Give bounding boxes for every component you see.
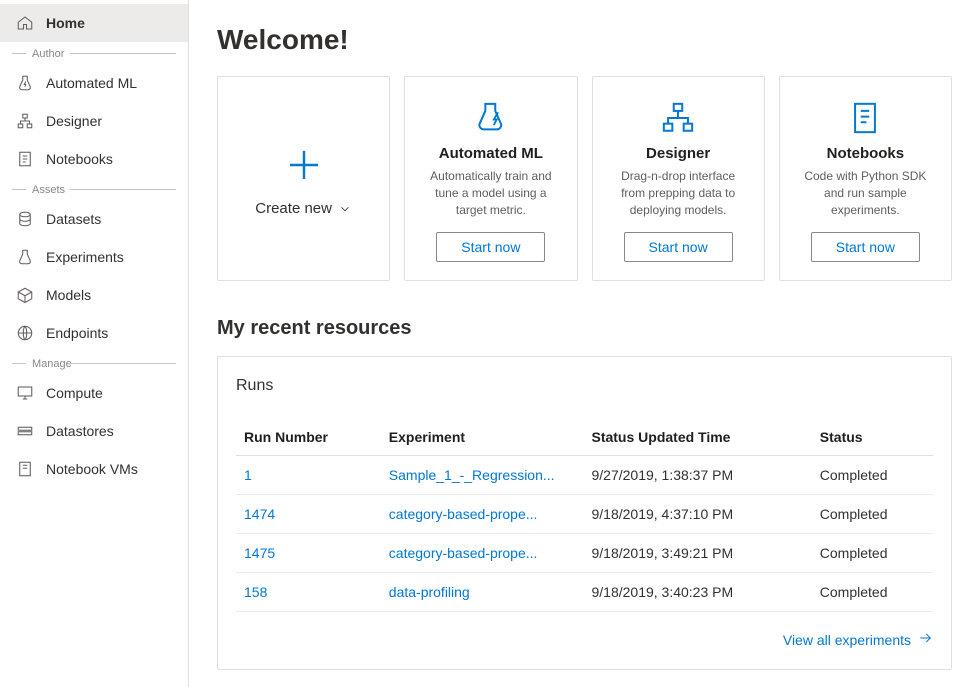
create-new-card[interactable]: Create new	[217, 76, 390, 281]
card-notebooks-button[interactable]: Start now	[811, 232, 920, 262]
quickstart-cards: Create new Automated ML Automatically tr…	[217, 76, 952, 281]
notebook-icon	[16, 150, 34, 168]
table-row: 158 data-profiling 9/18/2019, 3:40:23 PM…	[236, 573, 933, 612]
run-number-link[interactable]: 1474	[236, 495, 381, 534]
col-status[interactable]: Status	[812, 419, 933, 456]
view-all-experiments-link[interactable]: View all experiments	[783, 630, 933, 649]
experiment-link[interactable]: data-profiling	[381, 573, 584, 612]
nav-models[interactable]: Models	[0, 276, 188, 314]
col-run-number[interactable]: Run Number	[236, 419, 381, 456]
database-icon	[16, 210, 34, 228]
notebooks-icon	[846, 99, 884, 137]
view-all-label: View all experiments	[783, 632, 911, 648]
hierarchy-icon	[16, 112, 34, 130]
server-icon	[16, 460, 34, 478]
nav-notebooks[interactable]: Notebooks	[0, 140, 188, 178]
nav-compute-label: Compute	[46, 385, 103, 401]
nav-datastores[interactable]: Datastores	[0, 412, 188, 450]
beaker-icon	[16, 248, 34, 266]
experiment-link[interactable]: category-based-prope...	[381, 495, 584, 534]
group-author-label: Author	[0, 42, 188, 64]
card-automated-ml: Automated ML Automatically train and tun…	[404, 76, 577, 281]
recent-resources-title: My recent resources	[217, 317, 952, 340]
create-new-dropdown[interactable]: Create new	[255, 200, 352, 217]
nav-notebook-vms-label: Notebook VMs	[46, 461, 138, 477]
status-time: 9/27/2019, 1:38:37 PM	[583, 456, 811, 495]
status-time: 9/18/2019, 4:37:10 PM	[583, 495, 811, 534]
status: Completed	[812, 495, 933, 534]
run-number-link[interactable]: 1475	[236, 534, 381, 573]
run-number-link[interactable]: 158	[236, 573, 381, 612]
runs-panel-title: Runs	[236, 377, 933, 395]
card-notebooks-title: Notebooks	[827, 145, 905, 162]
table-row: 1474 category-based-prope... 9/18/2019, …	[236, 495, 933, 534]
arrow-right-icon	[917, 630, 933, 649]
storage-icon	[16, 422, 34, 440]
card-automated-ml-title: Automated ML	[439, 145, 543, 162]
status: Completed	[812, 573, 933, 612]
card-notebooks-desc: Code with Python SDK and run sample expe…	[792, 168, 939, 218]
card-notebooks: Notebooks Code with Python SDK and run s…	[779, 76, 952, 281]
status-time: 9/18/2019, 3:40:23 PM	[583, 573, 811, 612]
experiment-link[interactable]: category-based-prope...	[381, 534, 584, 573]
col-status-time[interactable]: Status Updated Time	[583, 419, 811, 456]
nav-datastores-label: Datastores	[46, 423, 114, 439]
nav-home-label: Home	[46, 15, 85, 31]
card-automated-ml-desc: Automatically train and tune a model usi…	[417, 168, 564, 218]
nav-designer-label: Designer	[46, 113, 102, 129]
nav-compute[interactable]: Compute	[0, 374, 188, 412]
view-all-row: View all experiments	[236, 630, 933, 649]
status: Completed	[812, 456, 933, 495]
runs-panel: Runs Run Number Experiment Status Update…	[217, 356, 952, 670]
nav-designer[interactable]: Designer	[0, 102, 188, 140]
run-number-link[interactable]: 1	[236, 456, 381, 495]
nav-automated-ml-label: Automated ML	[46, 75, 137, 91]
col-experiment[interactable]: Experiment	[381, 419, 584, 456]
home-icon	[16, 14, 34, 32]
group-assets-label: Assets	[0, 178, 188, 200]
status-time: 9/18/2019, 3:49:21 PM	[583, 534, 811, 573]
nav-models-label: Models	[46, 287, 91, 303]
designer-icon	[659, 99, 697, 137]
nav-datasets-label: Datasets	[46, 211, 101, 227]
nav-notebooks-label: Notebooks	[46, 151, 113, 167]
card-automated-ml-button[interactable]: Start now	[436, 232, 545, 262]
plus-icon	[283, 144, 325, 186]
create-new-label: Create new	[255, 200, 332, 217]
monitor-icon	[16, 384, 34, 402]
nav-notebook-vms[interactable]: Notebook VMs	[0, 450, 188, 488]
card-designer-desc: Drag-n-drop interface from prepping data…	[605, 168, 752, 218]
card-designer-button[interactable]: Start now	[624, 232, 733, 262]
nav-experiments-label: Experiments	[46, 249, 124, 265]
nav-endpoints-label: Endpoints	[46, 325, 108, 341]
nav-home[interactable]: Home	[0, 4, 188, 42]
group-manage-label: Manage	[0, 352, 188, 374]
nav-experiments[interactable]: Experiments	[0, 238, 188, 276]
nav-automated-ml[interactable]: Automated ML	[0, 64, 188, 102]
runs-table: Run Number Experiment Status Updated Tim…	[236, 419, 933, 612]
chevron-down-icon	[338, 202, 352, 216]
table-row: 1 Sample_1_-_Regression... 9/27/2019, 1:…	[236, 456, 933, 495]
card-designer-title: Designer	[646, 145, 710, 162]
experiment-link[interactable]: Sample_1_-_Regression...	[381, 456, 584, 495]
nav-datasets[interactable]: Datasets	[0, 200, 188, 238]
card-designer: Designer Drag-n-drop interface from prep…	[592, 76, 765, 281]
sidebar: Home Author Automated ML Designer Notebo…	[0, 0, 189, 687]
table-row: 1475 category-based-prope... 9/18/2019, …	[236, 534, 933, 573]
status: Completed	[812, 534, 933, 573]
cube-icon	[16, 286, 34, 304]
nav-endpoints[interactable]: Endpoints	[0, 314, 188, 352]
flask-lightning-icon	[16, 74, 34, 92]
main-content: Welcome! Create new Automated ML Automat…	[189, 0, 980, 687]
automl-icon	[472, 99, 510, 137]
welcome-title: Welcome!	[217, 24, 952, 56]
globe-icon	[16, 324, 34, 342]
